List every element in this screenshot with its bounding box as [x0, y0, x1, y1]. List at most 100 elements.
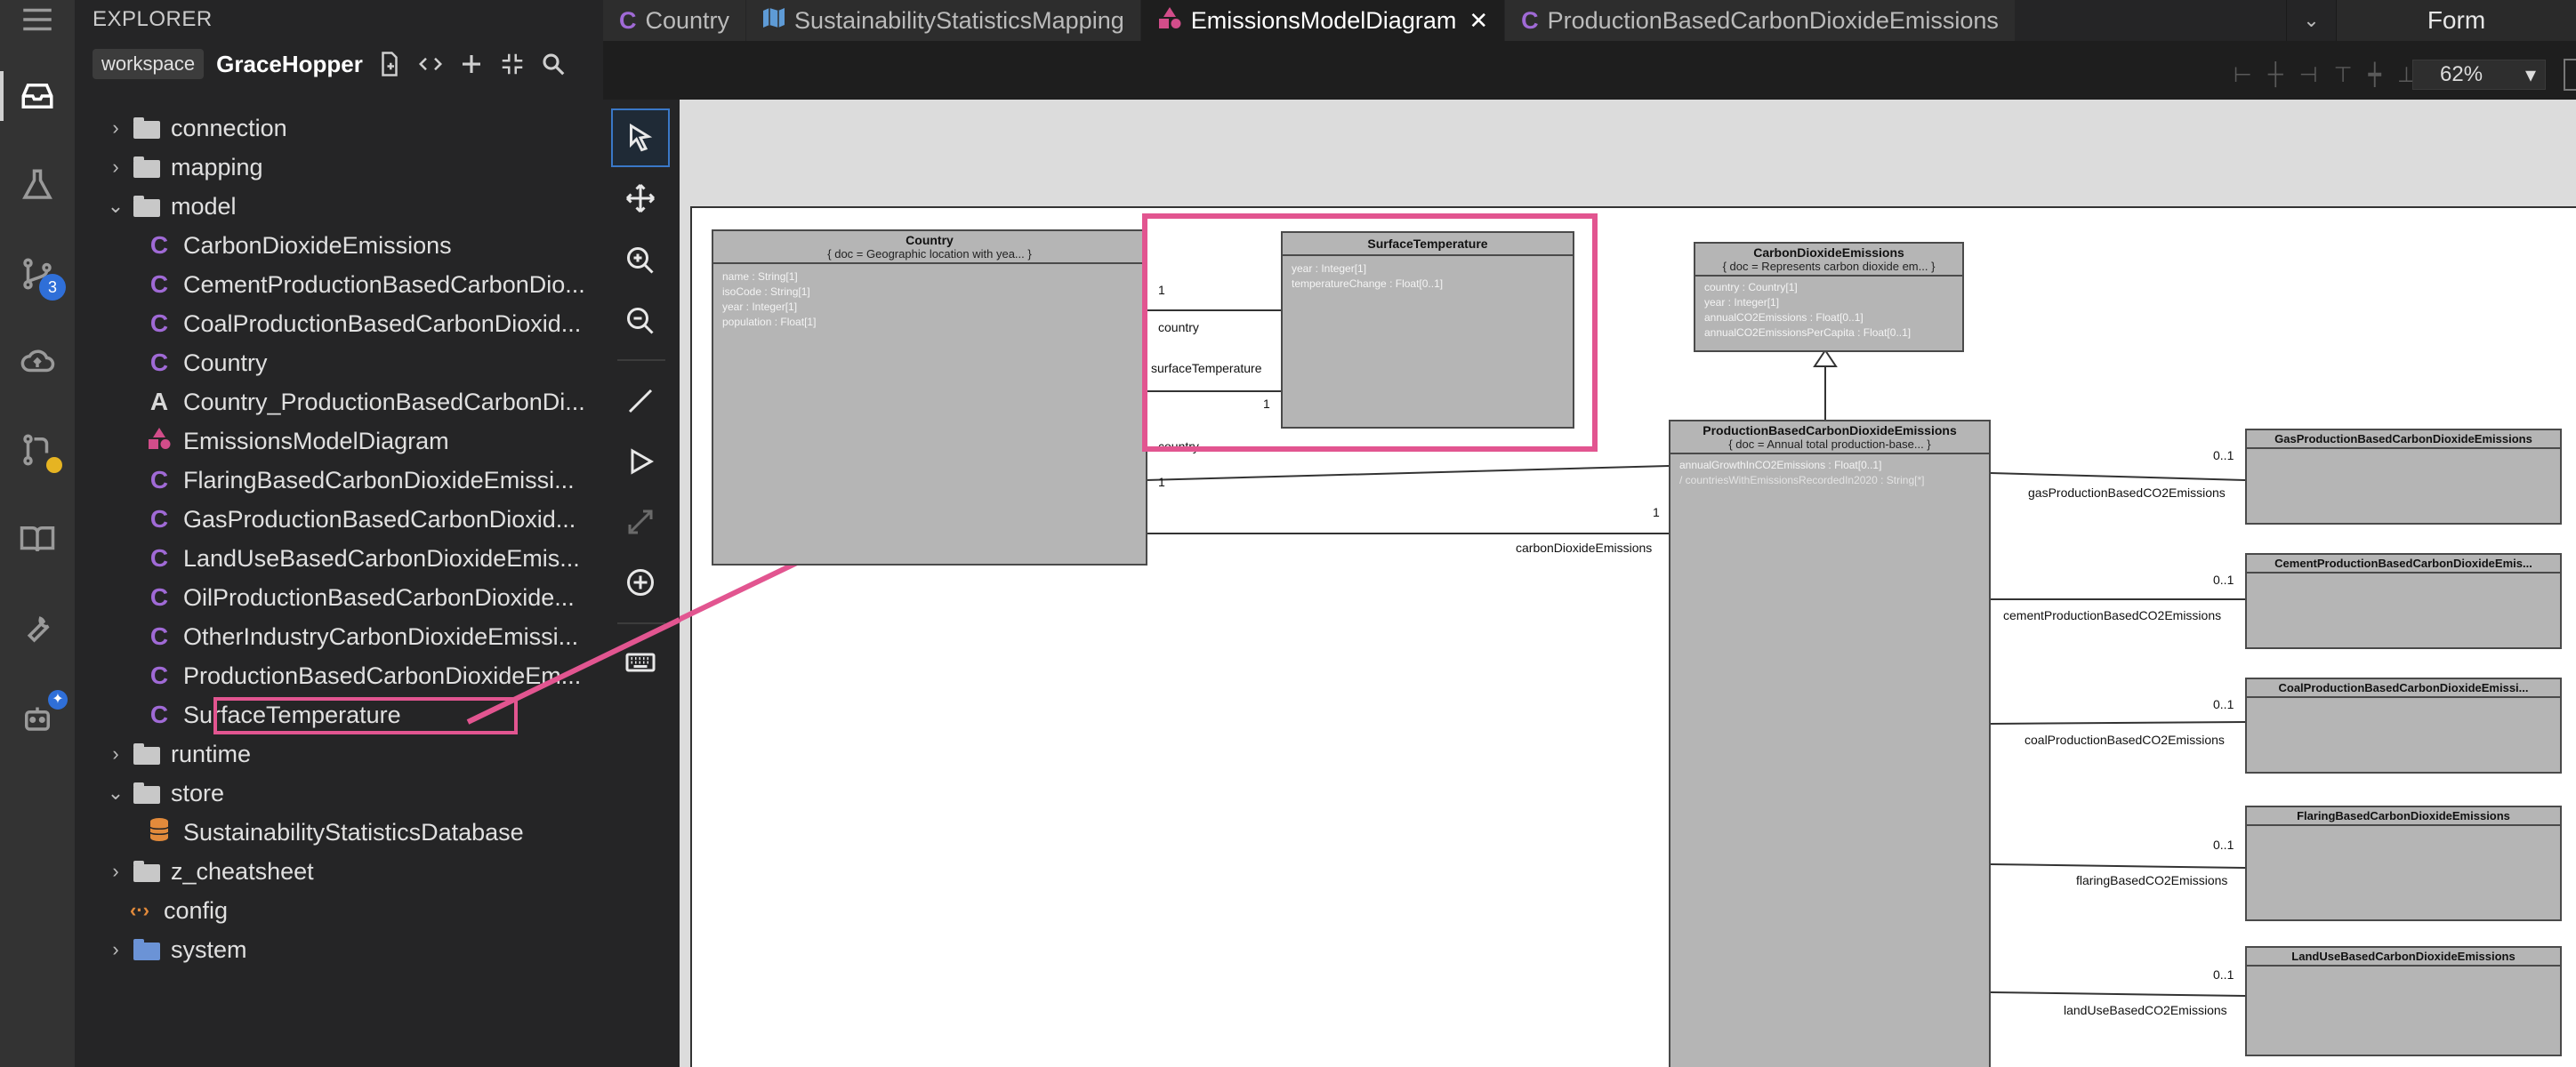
role-label: flaringBasedCO2Emissions: [2076, 873, 2228, 887]
folder-icon: [133, 156, 160, 178]
tree-item-association[interactable]: A Country_ProductionBasedCarbonDi...: [75, 382, 603, 421]
tree-item-database[interactable]: SustainabilityStatisticsDatabase: [75, 813, 603, 852]
class-header: ProductionBasedCarbonDioxideEmissions { …: [1670, 421, 1989, 454]
class-icon: C: [149, 466, 169, 493]
wrench-icon[interactable]: [12, 603, 62, 653]
new-file-icon[interactable]: [375, 50, 404, 78]
explorer-icon[interactable]: [12, 71, 62, 121]
multiplicity-label: 1: [1263, 397, 1270, 411]
book-icon[interactable]: [12, 514, 62, 564]
tree-item-class[interactable]: C CementProductionBasedCarbonDio...: [75, 265, 603, 304]
select-tool-icon[interactable]: [611, 108, 670, 167]
multiplicity-label: 0..1: [2213, 448, 2234, 462]
keyboard-icon[interactable]: [611, 633, 670, 692]
zoom-in-icon[interactable]: [611, 231, 670, 290]
tab-mapping[interactable]: SustainabilityStatisticsMapping: [746, 0, 1141, 41]
form-button[interactable]: Form: [2336, 0, 2576, 41]
pan-tool-icon[interactable]: [611, 169, 670, 228]
class-box-carbon-dioxide-emissions[interactable]: CarbonDioxideEmissions { doc = Represent…: [1694, 242, 1964, 352]
menu-icon[interactable]: [12, 0, 62, 39]
folder-icon: [133, 861, 160, 882]
editor-tabs: C Country SustainabilityStatisticsMapping…: [603, 0, 2576, 41]
source-control-icon[interactable]: 3: [12, 249, 66, 301]
cloud-upload-icon[interactable]: [12, 336, 62, 386]
class-box-country[interactable]: Country { doc = Geographic location with…: [712, 229, 1147, 566]
line-tool-icon[interactable]: [611, 372, 670, 430]
class-box-flaring[interactable]: FlaringBasedCarbonDioxideEmissions: [2245, 806, 2562, 921]
pull-request-icon[interactable]: [12, 425, 62, 475]
zoom-out-icon[interactable]: [611, 292, 670, 350]
tree-item-class[interactable]: C CarbonDioxideEmissions: [75, 226, 603, 265]
role-label: country: [1158, 439, 1199, 453]
role-label: cementProductionBasedCO2Emissions: [2003, 608, 2222, 622]
zoom-select[interactable]: 62% ▾: [2412, 60, 2546, 90]
tree-item-connection[interactable]: › connection: [75, 108, 603, 148]
class-icon: C: [149, 349, 169, 376]
class-box-surface-temperature[interactable]: SurfaceTemperature year : Integer[1] tem…: [1281, 231, 1574, 429]
app-window: 3 ✦ EXPLORER workspace GraceHopper › con…: [0, 0, 2576, 1067]
diagram-icon: [1157, 6, 1182, 36]
tree-item-config[interactable]: ‹·› config: [75, 891, 603, 930]
generalization-tool-icon[interactable]: [611, 432, 670, 491]
class-name: Country: [906, 233, 954, 247]
collapse-icon[interactable]: [498, 50, 527, 78]
search-icon[interactable]: [539, 50, 568, 78]
class-box-land-use[interactable]: LandUseBasedCarbonDioxideEmissions: [2245, 946, 2562, 1056]
class-box-coal-production[interactable]: CoalProductionBasedCarbonDioxideEmissi..…: [2245, 678, 2562, 774]
tree-item-class[interactable]: C OilProductionBasedCarbonDioxide...: [75, 578, 603, 617]
tree-item-class[interactable]: C CoalProductionBasedCarbonDioxid...: [75, 304, 603, 343]
class-box-production-based[interactable]: ProductionBasedCarbonDioxideEmissions { …: [1669, 420, 1991, 1067]
class-header: CoalProductionBasedCarbonDioxideEmissi..…: [2247, 679, 2560, 698]
add-icon[interactable]: [457, 50, 486, 78]
resize-tool-icon[interactable]: [611, 493, 670, 551]
active-indicator: [0, 71, 4, 121]
class-icon: C: [1521, 6, 1539, 34]
role-label: carbonDioxideEmissions: [1516, 541, 1653, 555]
diagram-icon: [146, 427, 173, 456]
class-icon: C: [149, 309, 169, 337]
tree-item-class[interactable]: C LandUseBasedCarbonDioxideEmis...: [75, 539, 603, 578]
align-middle-icon[interactable]: ┿: [2369, 62, 2381, 88]
tree-item-class[interactable]: C FlaringBasedCarbonDioxideEmissi...: [75, 461, 603, 500]
bot-icon[interactable]: ✦: [12, 690, 68, 742]
tree-item-class[interactable]: C Country: [75, 343, 603, 382]
tree-item-mapping[interactable]: › mapping: [75, 148, 603, 187]
align-left-icon[interactable]: ⊢: [2234, 62, 2252, 88]
source-control-badge: 3: [39, 274, 66, 301]
multiplicity-label: 0..1: [2213, 697, 2234, 711]
tab-country[interactable]: C Country: [603, 0, 747, 41]
tree-item-class[interactable]: C GasProductionBasedCarbonDioxid...: [75, 500, 603, 539]
class-header: CarbonDioxideEmissions { doc = Represent…: [1695, 244, 1962, 277]
tree-item-system[interactable]: › system: [75, 930, 603, 969]
tree-item-runtime[interactable]: › runtime: [75, 734, 603, 774]
flask-icon[interactable]: [12, 160, 62, 210]
folder-icon: [133, 939, 160, 960]
class-header: FlaringBasedCarbonDioxideEmissions: [2247, 807, 2560, 826]
class-header: SurfaceTemperature: [1283, 233, 1573, 256]
tab-emissions-model-diagram[interactable]: EmissionsModelDiagram ✕: [1140, 0, 1506, 41]
tree-item-diagram[interactable]: EmissionsModelDiagram: [75, 421, 603, 461]
tree-item-surface-temperature[interactable]: C SurfaceTemperature: [75, 695, 603, 734]
align-right-icon[interactable]: ⊣: [2299, 62, 2318, 88]
tree-item-z-cheatsheet[interactable]: › z_cheatsheet: [75, 852, 603, 891]
tab-production-based[interactable]: C ProductionBasedCarbonDioxideEmissions: [1505, 0, 2016, 41]
class-box-cement-production[interactable]: CementProductionBasedCarbonDioxideEmis..…: [2245, 553, 2562, 649]
multiplicity-label: 1: [1653, 505, 1660, 519]
code-icon[interactable]: [416, 50, 445, 78]
class-name: SurfaceTemperature: [1367, 237, 1488, 251]
class-box-gas-production[interactable]: GasProductionBasedCarbonDioxideEmissions: [2245, 429, 2562, 525]
tree-item-store[interactable]: ⌄ store: [75, 774, 603, 813]
add-class-icon[interactable]: [611, 553, 670, 612]
tree-item-class[interactable]: C ProductionBasedCarbonDioxideEm...: [75, 656, 603, 695]
align-center-icon[interactable]: ┼: [2268, 62, 2283, 88]
folder-open-icon: [133, 196, 160, 217]
class-properties: annualGrowthInCO2Emissions : Float[0..1]…: [1679, 459, 1925, 486]
role-label: country: [1158, 320, 1199, 334]
tree-item-class[interactable]: C OtherIndustryCarbonDioxideEmissi...: [75, 617, 603, 656]
tree-item-model[interactable]: ⌄ model: [75, 187, 603, 226]
chevron-down-icon[interactable]: ⌄: [2286, 0, 2336, 41]
align-top-icon[interactable]: ⊤: [2334, 62, 2353, 88]
panel-toggle-icon[interactable]: [2564, 59, 2576, 91]
close-icon[interactable]: ✕: [1469, 7, 1488, 35]
diagram-canvas[interactable]: Country { doc = Geographic location with…: [680, 100, 2576, 1067]
